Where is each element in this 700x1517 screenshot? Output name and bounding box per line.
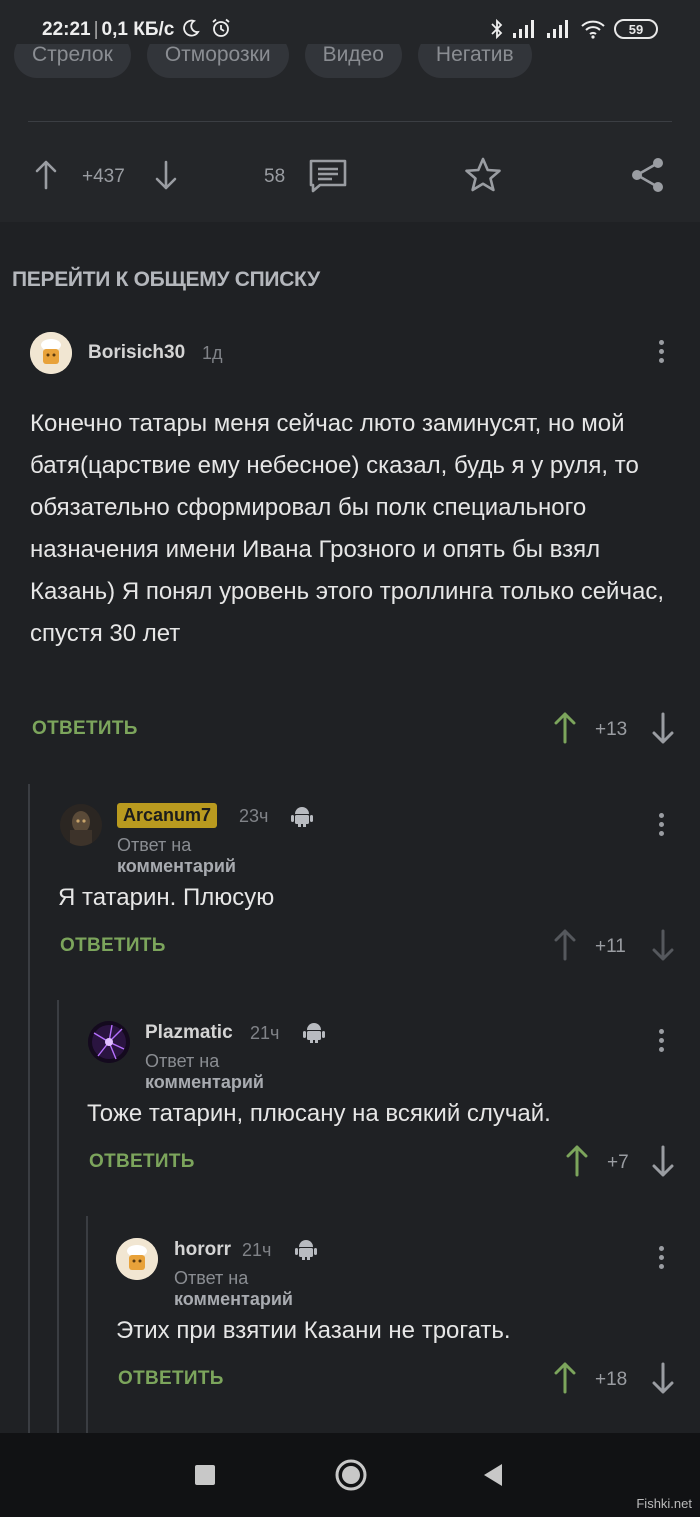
comments-count: 58: [264, 166, 286, 187]
upvote-icon[interactable]: [554, 929, 576, 966]
reply-reference[interactable]: Ответ на комментарий: [145, 1051, 264, 1093]
reply-prefix: Ответ на: [145, 1051, 220, 1071]
thread-line: [28, 784, 30, 1434]
reply-prefix: Ответ на: [174, 1268, 249, 1288]
avatar[interactable]: [88, 1021, 130, 1063]
upvote-icon[interactable]: [554, 1362, 576, 1399]
divider: [28, 121, 672, 122]
more-options-icon[interactable]: [659, 340, 665, 367]
reply-target: комментарий: [117, 856, 236, 876]
more-options-icon[interactable]: [659, 813, 665, 840]
username[interactable]: hororr: [174, 1239, 231, 1261]
downvote-icon[interactable]: [652, 1362, 674, 1399]
reply-button[interactable]: ОТВЕТИТЬ: [89, 1151, 195, 1173]
star-icon[interactable]: [463, 156, 503, 194]
avatar[interactable]: [30, 332, 72, 374]
comment-time: 21ч: [250, 1023, 280, 1043]
android-icon: [294, 1237, 318, 1266]
status-left: 22:21 | 0,1 КБ/с: [42, 18, 231, 41]
username[interactable]: Borisich30: [88, 342, 185, 364]
share-icon[interactable]: [630, 156, 666, 194]
comment-score: +7: [607, 1152, 629, 1173]
home-icon[interactable]: [334, 1458, 368, 1497]
comment-time: 21ч: [242, 1240, 272, 1260]
bluetooth-icon: [491, 18, 503, 40]
clock: 22:21: [42, 19, 91, 40]
goto-list-link[interactable]: ПЕРЕЙТИ К ОБЩЕМУ СПИСКУ: [12, 268, 320, 292]
signal-icon: [547, 20, 568, 38]
comment-time: 1д: [202, 343, 223, 363]
moon-icon: [182, 19, 200, 37]
comment-text: Я татарин. Плюсую: [58, 884, 275, 911]
comment-icon[interactable]: [308, 158, 348, 194]
username-badge[interactable]: Arcanum7: [117, 803, 218, 828]
reply-button[interactable]: ОТВЕТИТЬ: [32, 718, 138, 740]
reply-prefix: Ответ на: [117, 835, 192, 855]
comment-score: +13: [595, 719, 628, 740]
reply-reference[interactable]: Ответ на комментарий: [117, 835, 236, 877]
downvote-icon[interactable]: [154, 160, 178, 190]
upvote-icon[interactable]: [554, 712, 576, 749]
watermark: Fishki.net: [636, 1496, 692, 1511]
wifi-icon: [581, 20, 605, 39]
thread-line: [86, 1216, 88, 1434]
upvote-icon[interactable]: [566, 1145, 588, 1182]
reply-button[interactable]: ОТВЕТИТЬ: [118, 1368, 224, 1390]
status-right: 59: [490, 18, 658, 40]
reply-target: комментарий: [145, 1072, 264, 1092]
reply-button[interactable]: ОТВЕТИТЬ: [60, 935, 166, 957]
upvote-icon[interactable]: [34, 160, 58, 190]
username[interactable]: Plazmatic: [145, 1022, 233, 1044]
comment-text: Тоже татарин, плюсану на всякий случай.: [87, 1100, 551, 1127]
post-actions: +437 58: [0, 150, 700, 200]
android-icon: [302, 1020, 326, 1049]
username: Arcanum7: [123, 805, 212, 825]
comment-text: Конечно татары меня сейчас люто заминуся…: [30, 410, 664, 647]
downvote-icon[interactable]: [652, 1145, 674, 1182]
recents-icon[interactable]: [194, 1464, 216, 1491]
downvote-icon[interactable]: [652, 929, 674, 966]
system-nav-bar: Fishki.net: [0, 1433, 700, 1517]
network-speed: 0,1 КБ/с: [101, 19, 175, 40]
post-rating: +437: [82, 166, 125, 187]
status-bar: 22:21 | 0,1 КБ/с 59: [0, 0, 700, 44]
battery-indicator: 59: [614, 19, 658, 39]
alarm-icon: [212, 18, 230, 37]
more-options-icon[interactable]: [659, 1246, 665, 1273]
avatar[interactable]: [60, 804, 102, 846]
reply-reference[interactable]: Ответ на комментарий: [174, 1268, 293, 1310]
downvote-icon[interactable]: [652, 712, 674, 749]
back-icon[interactable]: [482, 1462, 504, 1493]
reply-target: комментарий: [174, 1289, 293, 1309]
signal-icon: [513, 20, 534, 38]
comment-time: 23ч: [239, 806, 269, 826]
comment-score: +18: [595, 1369, 628, 1390]
comment-score: +11: [595, 936, 626, 957]
comment-text: Этих при взятии Казани не трогать.: [116, 1317, 511, 1344]
avatar[interactable]: [116, 1238, 158, 1280]
more-options-icon[interactable]: [659, 1029, 665, 1056]
thread-line: [57, 1000, 59, 1434]
android-icon: [290, 804, 314, 833]
